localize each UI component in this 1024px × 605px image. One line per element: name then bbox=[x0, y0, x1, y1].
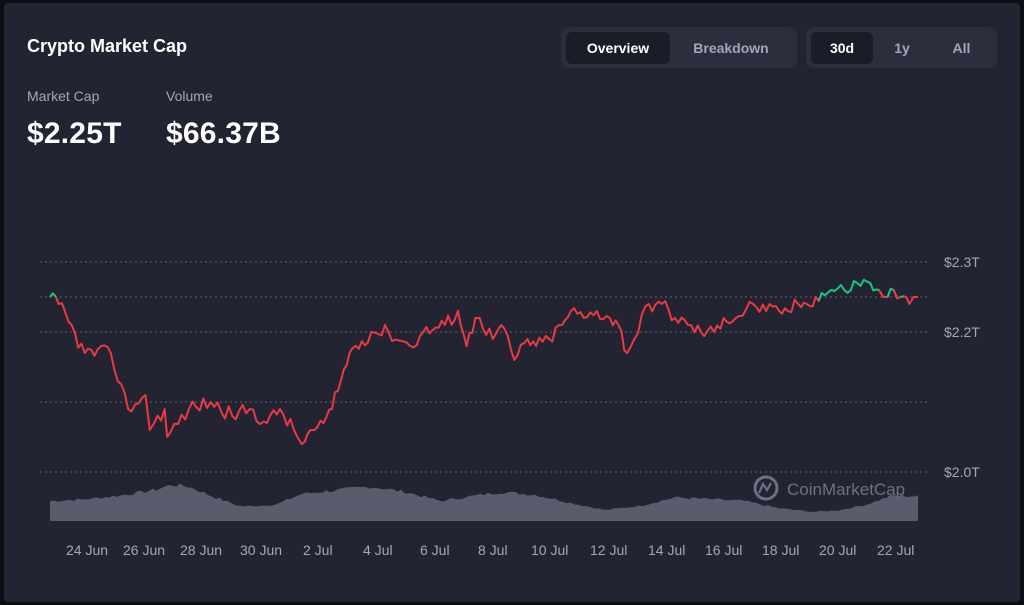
grid-lines bbox=[40, 261, 930, 473]
x-tick-label: 8 Jul bbox=[478, 542, 508, 558]
y-tick-label: $2.0T bbox=[944, 464, 980, 480]
price-line-segment bbox=[54, 292, 823, 445]
x-tick-label: 24 Jun bbox=[66, 542, 108, 558]
x-tick-label: 14 Jul bbox=[648, 542, 685, 558]
x-tick-label: 30 Jun bbox=[240, 542, 282, 558]
market-cap-chart[interactable]: CoinMarketCap $2.3T $2.2T $2.0T 24 Jun 26 J… bbox=[0, 0, 1024, 605]
x-tick-label: 2 Jul bbox=[303, 542, 333, 558]
price-line bbox=[49, 278, 918, 445]
x-tick-label: 26 Jun bbox=[123, 542, 165, 558]
x-tick-label: 10 Jul bbox=[531, 542, 568, 558]
x-tick-label: 12 Jul bbox=[590, 542, 627, 558]
y-tick-label: $2.2T bbox=[944, 324, 980, 340]
x-tick-label: 6 Jul bbox=[420, 542, 450, 558]
watermark-text: CoinMarketCap bbox=[787, 480, 905, 499]
coinmarketcap-logo-mark bbox=[757, 481, 772, 494]
x-tick-label: 22 Jul bbox=[877, 542, 914, 558]
y-tick-label: $2.3T bbox=[944, 254, 980, 270]
x-tick-label: 28 Jun bbox=[180, 542, 222, 558]
x-tick-label: 16 Jul bbox=[705, 542, 742, 558]
coinmarketcap-watermark: CoinMarketCap bbox=[753, 475, 905, 501]
price-line-segment bbox=[817, 278, 885, 302]
y-axis-labels: $2.3T $2.2T $2.0T bbox=[944, 254, 980, 480]
x-axis-labels: 24 Jun 26 Jun 28 Jun 30 Jun 2 Jul 4 Jul 6 Jul 8… bbox=[66, 542, 914, 558]
x-tick-label: 20 Jul bbox=[819, 542, 856, 558]
x-tick-label: 18 Jul bbox=[762, 542, 799, 558]
x-tick-label: 4 Jul bbox=[363, 542, 393, 558]
